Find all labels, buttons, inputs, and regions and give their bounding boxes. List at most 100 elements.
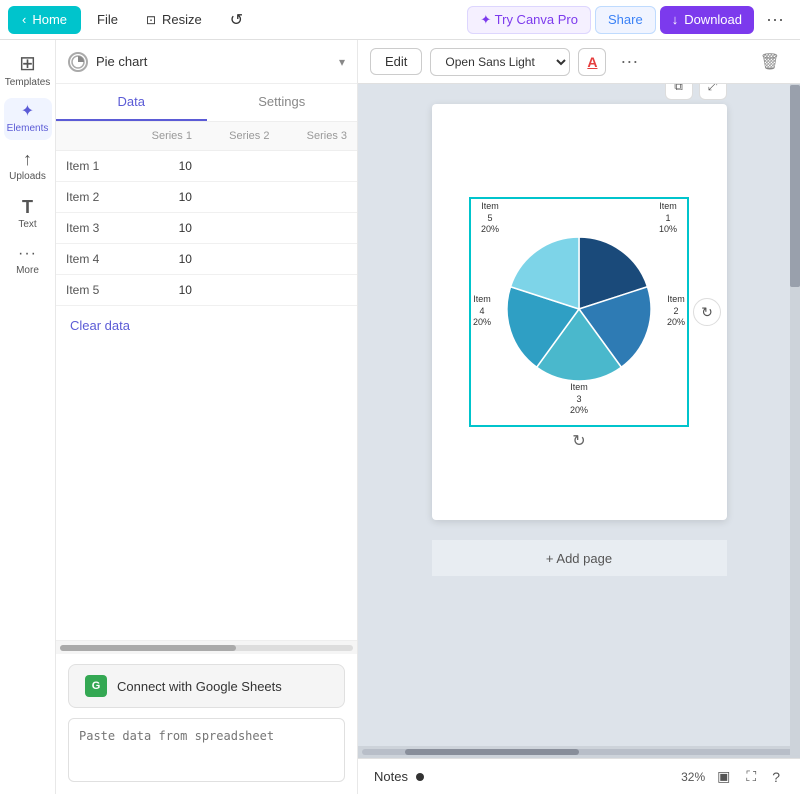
google-sheets-button[interactable]: G Connect with Google Sheets [68,664,345,708]
row-series1[interactable]: 10 [125,244,202,275]
page-card: Item110% Item220% Item320% Item420% Item… [432,104,727,520]
try-pro-button[interactable]: ✦ Try Canva Pro [467,6,591,34]
canvas-toolbar: Edit Open Sans Light A ··· 🗑 [358,40,800,84]
home-label: Home [32,12,67,27]
row-series2[interactable] [202,182,279,213]
table-row: Item 3 10 [56,213,357,244]
row-series3[interactable] [279,213,357,244]
text-icon: T [22,198,33,216]
canvas-area: Edit Open Sans Light A ··· 🗑 ⧉ [358,40,800,794]
chevron-down-icon[interactable]: ▾ [339,55,345,69]
row-series3[interactable] [279,275,357,306]
clear-data-label: Clear data [70,318,130,333]
row-series2[interactable] [202,151,279,182]
download-icon: ↓ [672,12,679,27]
share-button[interactable]: Share [595,6,656,34]
row-series1[interactable]: 10 [125,151,202,182]
navbar: ‹ Home File ⊡ Resize ↺ ✦ Try Canva Pro S… [0,0,800,40]
row-series3[interactable] [279,244,357,275]
add-page-label: + Add page [546,551,612,566]
undo-icon: ↺ [230,10,243,30]
pie-chart-icon [68,52,88,72]
data-table-wrapper[interactable]: Series 1 Series 2 Series 3 Item 1 10 Ite… [56,122,357,640]
row-series3[interactable] [279,182,357,213]
canvas-horizontal-scrollbar[interactable] [358,746,800,758]
panel-tabs: Data Settings [56,84,357,122]
paste-spreadsheet-input[interactable] [68,718,345,782]
more-icon: ··· [18,246,37,262]
panel: Pie chart ▾ Data Settings Series 1 Serie… [56,40,358,794]
canvas-vertical-scrollbar[interactable] [790,84,800,758]
google-sheets-icon: G [85,675,107,697]
delete-button[interactable]: 🗑 [752,48,788,76]
uploads-label: Uploads [9,171,46,182]
copy-page-button[interactable]: ⧉ [665,84,693,100]
home-button[interactable]: ‹ Home [8,6,81,34]
sidebar-item-uploads[interactable]: ↑ Uploads [4,144,52,188]
row-series3[interactable] [279,151,357,182]
notes-label[interactable]: Notes [374,769,408,784]
row-series1[interactable]: 10 [125,213,202,244]
table-row: Item 1 10 [56,151,357,182]
font-color-icon: A [587,54,597,70]
table-row: Item 5 10 [56,275,357,306]
edit-button[interactable]: Edit [370,48,422,75]
clear-data-link[interactable]: Clear data [56,306,357,345]
more-toolbar-button[interactable]: ··· [614,51,644,72]
help-button[interactable]: ? [768,767,784,787]
bottom-bar: Notes 32% ▣ ⛶ ? [358,758,800,794]
sidebar-item-text[interactable]: T Text [4,192,52,236]
edit-label: Edit [385,54,407,69]
add-page-section: + Add page [432,540,727,576]
fullscreen-button[interactable]: ⛶ [742,766,760,787]
try-pro-label: ✦ Try Canva Pro [480,12,578,28]
add-page-button[interactable]: + Add page [432,540,727,576]
uploads-icon: ↑ [23,150,32,168]
scrollbar-thumb [60,645,236,651]
refresh-chart-button[interactable]: ↻ [693,298,721,326]
canvas-hscroll-thumb [405,749,579,755]
sidebar-item-templates[interactable]: ⊞ Templates [4,48,52,94]
main-layout: ⊞ Templates ✦ Elements ↑ Uploads T Text … [0,40,800,794]
home-chevron-icon: ‹ [22,12,26,27]
resize-label: Resize [162,12,202,27]
share-label: Share [608,12,643,27]
undo-button[interactable]: ↺ [218,6,255,34]
row-series2[interactable] [202,275,279,306]
table-row: Item 2 10 [56,182,357,213]
row-label: Item 4 [56,244,125,275]
tab-data[interactable]: Data [56,84,207,121]
canvas-scroll[interactable]: ⧉ ⤢ Item110% [358,84,800,746]
file-button[interactable]: File [85,6,130,34]
more-label: More [16,265,39,276]
col-header-series2: Series 2 [202,122,279,151]
elements-icon: ✦ [21,104,34,120]
font-color-button[interactable]: A [578,48,606,76]
sidebar-item-elements[interactable]: ✦ Elements [4,98,52,140]
more-options-button[interactable]: ··· [758,6,792,34]
sidebar-item-more[interactable]: ··· More [4,240,52,282]
row-series1[interactable]: 10 [125,275,202,306]
tab-data-label: Data [118,94,145,109]
data-table: Series 1 Series 2 Series 3 Item 1 10 Ite… [56,122,357,306]
page-view-button[interactable]: ▣ [713,766,734,787]
col-header-series3: Series 3 [279,122,357,151]
row-series1[interactable]: 10 [125,182,202,213]
download-button[interactable]: ↓ Download [660,6,754,34]
sidebar-icons: ⊞ Templates ✦ Elements ↑ Uploads T Text … [0,40,56,794]
row-series2[interactable] [202,213,279,244]
tab-settings[interactable]: Settings [207,84,358,121]
pie-chart-container[interactable]: Item110% Item220% Item320% Item420% Item… [469,197,689,427]
refresh-icon[interactable]: ↻ [572,431,585,451]
expand-page-button[interactable]: ⤢ [699,84,727,100]
expand-icon: ⤢ [708,84,718,94]
chart-title: Pie chart [96,54,331,69]
copy-icon: ⧉ [674,84,683,94]
horizontal-scrollbar[interactable] [56,640,357,654]
templates-icon: ⊞ [19,54,36,74]
resize-button[interactable]: ⊡ Resize [134,6,214,34]
templates-label: Templates [5,77,51,88]
font-select[interactable]: Open Sans Light [430,48,570,76]
row-series2[interactable] [202,244,279,275]
more-dots-icon: ··· [766,9,784,30]
